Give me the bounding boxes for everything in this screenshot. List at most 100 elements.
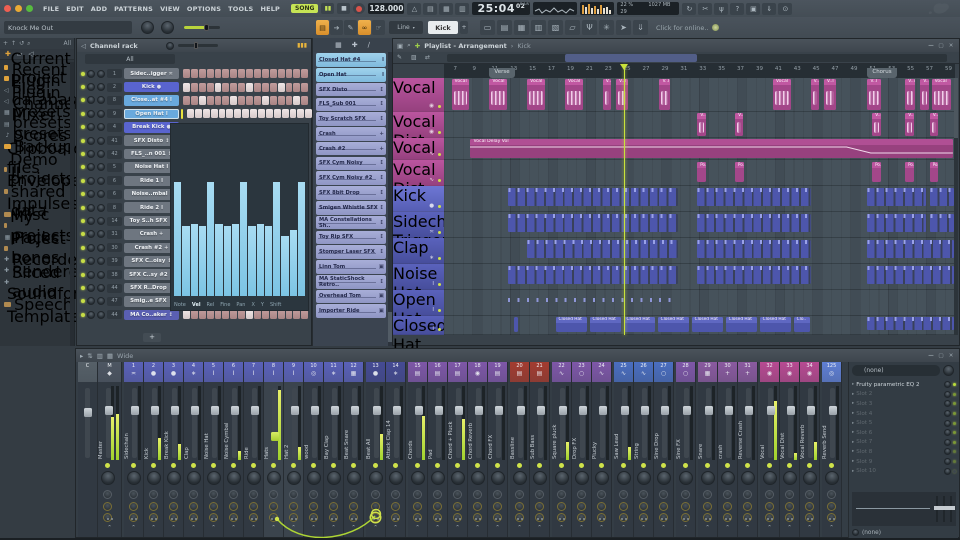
audio-clip[interactable]: Vocal [527,79,545,110]
strip-fader[interactable] [374,388,379,458]
strip-route-arrow[interactable]: ⌃ [634,525,653,531]
channel-led[interactable] [81,259,85,263]
strip-route-arrow[interactable]: ⌃ [184,525,203,531]
step-cell[interactable] [301,310,308,319]
step-cell[interactable] [301,69,308,78]
mixer-strip-beat-snare[interactable]: 12▦Beat Snare⌃ [344,362,364,537]
strip-enable-dot[interactable] [211,463,216,468]
step-cell[interactable] [191,83,198,92]
step-cell[interactable] [211,109,218,118]
strip-pan-knob[interactable] [491,471,505,485]
channel-led[interactable] [81,273,85,277]
record-button[interactable] [353,3,365,14]
track-name-vocal-dist[interactable]: Vocal Dist◉ [393,112,444,138]
strip-stereo-knob[interactable] [743,490,752,499]
browser-collapse-icon[interactable]: + [3,40,8,47]
track-name-vocal-delay-vol[interactable]: Vocal Delay Vol∿ [393,138,444,160]
channel-button[interactable]: Sidec..igger≍ [124,68,179,79]
strip-pan-knob[interactable] [431,471,445,485]
strip-eq-knob[interactable] [557,502,566,511]
strip-fader[interactable] [622,388,627,458]
channel-volume-knob[interactable] [97,163,105,171]
strip-pan-knob[interactable] [369,471,383,485]
audio-clip[interactable]: Vocal [565,79,583,110]
mixer-strip-noise-cymbal[interactable]: 6INoise Cymbal⌃ [224,362,244,537]
strip-route-arrow[interactable]: ⌃ [408,525,427,531]
strip-eq-knob[interactable] [619,502,628,511]
channel-pan-knob[interactable] [87,297,95,305]
step-cell[interactable] [187,109,194,118]
fx-send-slot-1[interactable]: (none) [852,528,956,537]
graph-tab-y[interactable]: Y [261,302,264,308]
mixer-detach-icon[interactable]: ⇅ [87,352,92,360]
mixer-strip-sub-bass[interactable]: 21▤Sub Bass⌃ [530,362,550,537]
picker-item-importer-ride[interactable]: Importer Ride▣ [316,304,386,318]
strip-enable-dot[interactable] [559,463,564,468]
track-name-noise-hat[interactable]: Noise HatI [393,264,444,290]
channel-volume-knob[interactable] [97,204,105,212]
step-cell[interactable] [191,69,198,78]
strip-route-arrow[interactable]: ⌃ [592,525,611,531]
fx-slot-knob[interactable] [944,391,951,398]
strip-enable-dot[interactable] [455,463,460,468]
pattern-clip-run[interactable] [867,317,954,330]
strip-route-arrow[interactable]: ⌃ [264,525,283,531]
strip-eq-knob[interactable] [249,502,258,511]
strip-fader[interactable] [416,388,421,458]
strip-route-arrow[interactable]: ⌃ [654,525,673,531]
audio-clip[interactable]: Vocal [489,79,507,110]
strip-pan-knob[interactable] [533,471,547,485]
step-cell[interactable] [262,96,269,105]
mixer-strip-chord-pluck[interactable]: 17▤Chord + Pluck⌃ [448,362,468,537]
audio-clip[interactable]: V..l [811,79,819,110]
pause-button[interactable]: ▮▮ [321,3,334,14]
mixer-panel-icon[interactable]: ▥ [531,20,546,35]
picker-item-toy-rip-sfx[interactable]: Toy Rip SFX↕ [316,231,386,245]
picker-item-ma-constellations-sh-[interactable]: MA Constellations Sh..↕ [316,216,386,230]
playlist-slip-icon[interactable]: ⇄ [425,54,430,61]
fx-slot-knob[interactable] [944,468,951,475]
strip-eq-knob[interactable] [103,502,112,511]
graph-tab-rel[interactable]: Rel [207,302,215,308]
strip-eq-knob[interactable] [493,502,502,511]
audio-clip[interactable]: V..l [659,79,669,110]
channel-led[interactable] [81,85,85,89]
strip-route-arrow[interactable]: ⌃ [204,525,223,531]
pattern-clip-run[interactable] [930,214,955,232]
channel-pan-knob[interactable] [87,177,95,185]
strip-pan-knob[interactable] [187,471,201,485]
metronome-icon[interactable]: △ [407,3,421,15]
browser-filter-all[interactable]: All [64,40,71,47]
channel-target-number[interactable]: 39 [107,257,122,266]
strip-stereo-knob[interactable] [129,490,138,499]
mixer-strip-pad[interactable]: 16▤Pad⌃ [428,362,448,537]
browser-item-templates[interactable]: Templates [0,311,74,322]
strip-stereo-knob[interactable] [189,490,198,499]
audio-clip[interactable]: V..l [603,79,611,110]
mixer-titlebar[interactable]: ▸ ⇅ ▥ ▦ Wide — ▢ ✕ [76,349,959,362]
step-cell[interactable] [293,96,300,105]
pattern-clip-run[interactable] [508,188,678,206]
channel-volume-knob[interactable] [97,217,105,225]
channel-pan-knob[interactable] [87,271,95,279]
strip-eq-knob[interactable] [639,502,648,511]
add-channel-button[interactable]: + [143,333,161,342]
menu-view[interactable]: VIEW [160,5,180,13]
strip-fader[interactable] [252,388,257,458]
midi-icon[interactable]: ▥ [455,3,469,15]
strip-route-arrow[interactable]: ⌃ [428,525,447,531]
strip-fader[interactable] [662,388,667,458]
strip-enable-dot[interactable] [415,463,420,468]
mixer-strip-square-pluck[interactable]: 22∿Square pluck⌃ [552,362,572,537]
channel-volume-knob[interactable] [97,257,105,265]
step-cell[interactable] [215,83,222,92]
step-cell[interactable] [222,310,229,319]
strip-route-arrow[interactable]: ⌃ [718,525,737,531]
menu-tools[interactable]: TOOLS [228,5,253,13]
pattern-clip-run[interactable] [867,266,954,284]
audio-clip[interactable]: V..t [930,113,938,136]
fx-slot-8[interactable]: ▸Slot 8 [852,447,956,457]
strip-stereo-knob[interactable] [249,490,258,499]
mixer-strip-hats[interactable]: 8IHats⌃ [264,362,284,537]
strip-pan-knob[interactable] [575,471,589,485]
